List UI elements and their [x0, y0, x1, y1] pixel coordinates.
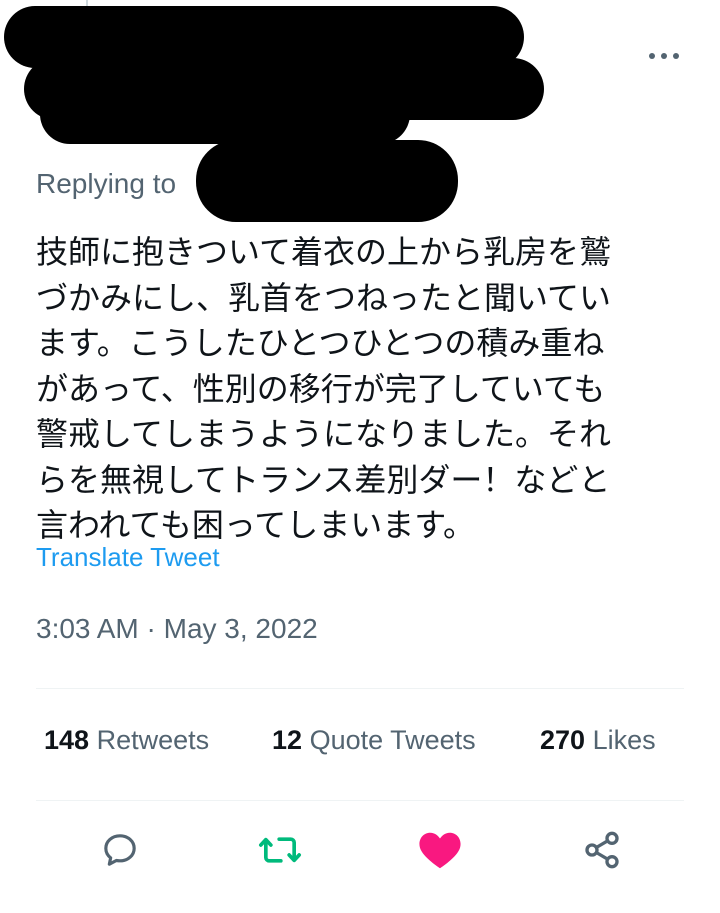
retweets-stat[interactable]: 148 Retweets	[44, 725, 209, 756]
tweet-text: 技師に抱きついて着衣の上から乳房を鷲 づかみにし、乳首をつねったと聞いてい ます…	[36, 233, 612, 544]
more-options-button[interactable]	[640, 38, 688, 74]
replying-to-label: Replying to	[36, 168, 177, 199]
tweet-timestamp[interactable]: 3:03 AM · May 3, 2022	[36, 613, 318, 645]
divider	[36, 800, 684, 801]
redacted-reply-handle	[196, 140, 458, 222]
share-button[interactable]	[578, 826, 626, 874]
more-icon	[649, 53, 679, 59]
translate-tweet-link[interactable]: Translate Tweet	[36, 542, 220, 573]
quote-tweets-stat[interactable]: 12 Quote Tweets	[272, 725, 476, 756]
divider	[36, 688, 684, 689]
tweet-stats: 148 Retweets 12 Quote Tweets 270 Likes	[44, 725, 684, 765]
retweet-button[interactable]	[256, 826, 304, 874]
likes-count: 270	[540, 725, 586, 755]
quote-tweets-count: 12	[272, 725, 303, 755]
share-icon	[585, 831, 619, 869]
like-button[interactable]	[416, 826, 464, 874]
reply-button[interactable]	[96, 826, 144, 874]
likes-stat[interactable]: 270 Likes	[540, 725, 656, 756]
retweets-count: 148	[44, 725, 90, 755]
likes-label: Likes	[592, 725, 656, 755]
retweets-label: Retweets	[96, 725, 210, 755]
reply-icon	[104, 834, 136, 866]
heart-icon	[419, 832, 461, 869]
retweet-icon	[259, 837, 301, 863]
quote-tweets-label: Quote Tweets	[309, 725, 476, 755]
